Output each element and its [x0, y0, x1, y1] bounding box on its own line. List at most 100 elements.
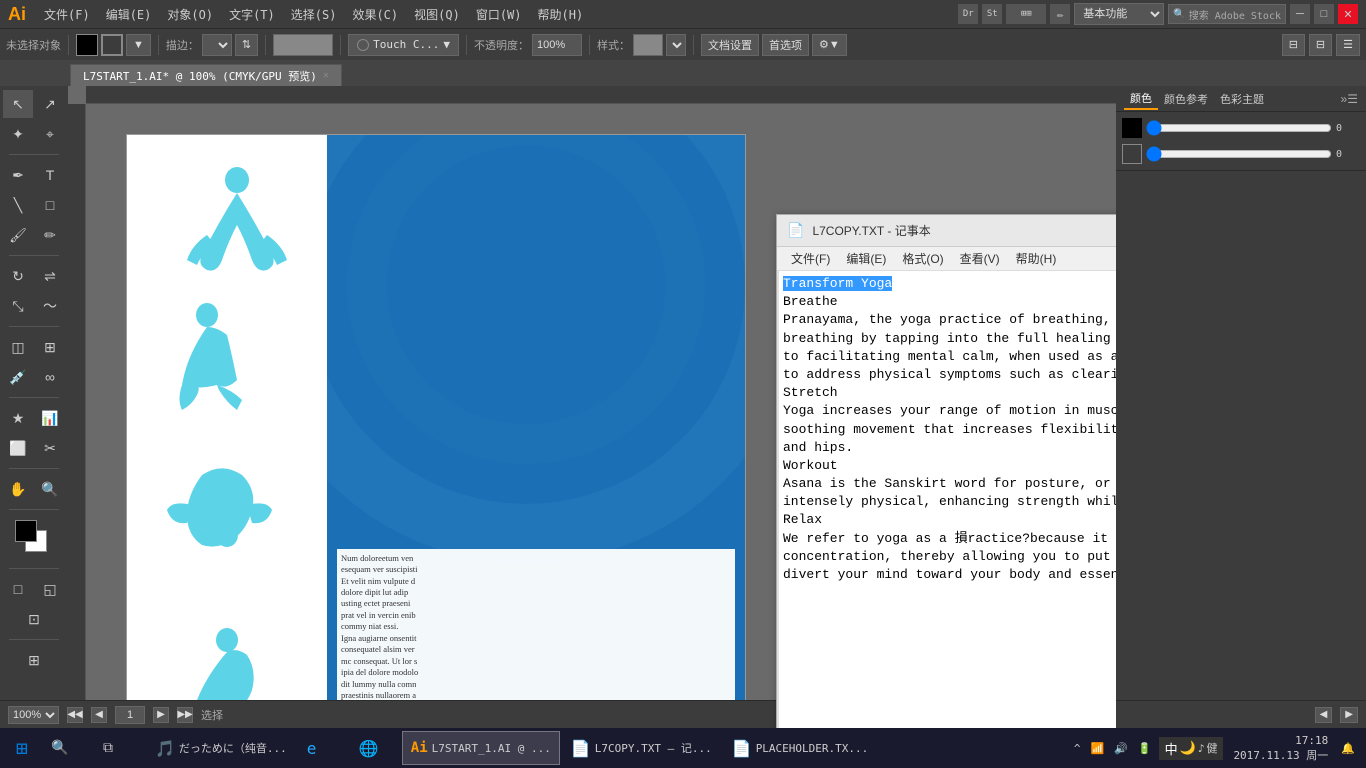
align-left-btn[interactable]: ⊟: [1282, 34, 1305, 56]
eyedropper-tool[interactable]: 💉: [3, 363, 33, 391]
notepad-menu-edit[interactable]: 编辑(E): [838, 248, 894, 269]
menu-file[interactable]: 文件(F): [36, 4, 98, 25]
canvas-content[interactable]: Num doloreetum ven esequam ver suscipist…: [86, 104, 1116, 740]
normal-mode[interactable]: □: [3, 575, 33, 603]
isolation-mode[interactable]: ⊡: [19, 605, 49, 633]
notepad-menu-help[interactable]: 帮助(H): [1008, 248, 1065, 269]
next-page-btn[interactable]: ▶▶: [177, 707, 193, 723]
doc-tab-active[interactable]: L7START_1.AI* @ 100% (CMYK/GPU 预览) ✕: [70, 64, 342, 86]
column-graph-tool[interactable]: 📊: [35, 404, 65, 432]
menu-edit[interactable]: 编辑(E): [98, 4, 160, 25]
artboard-prev-btn[interactable]: ◀: [1315, 707, 1333, 723]
color-swatch[interactable]: [273, 34, 333, 56]
artboard-tool[interactable]: ⬜: [3, 434, 33, 462]
artboard-next-btn[interactable]: ▶: [1340, 707, 1358, 723]
warp-tool[interactable]: 〜: [35, 292, 65, 320]
lasso-tool[interactable]: ⌖: [35, 120, 65, 148]
extension-btn2[interactable]: St: [982, 4, 1002, 24]
doc-tab-close[interactable]: ✕: [323, 70, 329, 81]
selection-tool[interactable]: ↖: [3, 90, 33, 118]
doc-settings-btn[interactable]: 文档设置: [701, 34, 759, 56]
pen-tool[interactable]: ✒: [3, 161, 33, 189]
gradient-tool[interactable]: ◫: [3, 333, 33, 361]
magic-wand-tool[interactable]: ✦: [3, 120, 33, 148]
screen-mode[interactable]: ⊞: [19, 646, 49, 674]
scale-tool[interactable]: ⤡: [3, 292, 33, 320]
symbol-tool[interactable]: ★: [3, 404, 33, 432]
zoom-select[interactable]: 100%: [8, 706, 59, 724]
tray-volume-icon[interactable]: 🔊: [1111, 740, 1131, 757]
blend-tool[interactable]: ∞: [35, 363, 65, 391]
panel-tab-color-ref[interactable]: 颜色参考: [1158, 89, 1214, 109]
start-button[interactable]: ⊞: [4, 730, 40, 766]
type-tool[interactable]: T: [35, 161, 65, 189]
slice-tool[interactable]: ✂: [35, 434, 65, 462]
search-bar[interactable]: 🔍 搜索 Adobe Stock: [1168, 4, 1286, 24]
notepad-text-area[interactable]: Transform Yoga Breathe Pranayama, the yo…: [777, 271, 1116, 733]
color-stroke-swatch[interactable]: [1122, 144, 1142, 164]
menu-window[interactable]: 窗口(W): [468, 4, 530, 25]
taskbar-item-notepad[interactable]: 📄 L7COPY.TXT – 记...: [562, 731, 721, 765]
taskbar-search[interactable]: 🔍: [42, 731, 92, 765]
pen-btn[interactable]: ✏: [1050, 4, 1070, 24]
pencil-tool[interactable]: ✏: [35, 221, 65, 249]
page-number-input[interactable]: [115, 706, 145, 724]
tray-network-icon[interactable]: 📶: [1088, 740, 1108, 757]
close-btn[interactable]: ✕: [1338, 4, 1358, 24]
panel-menu-btn[interactable]: ☰: [1347, 92, 1358, 106]
tray-battery-icon[interactable]: 🔋: [1135, 740, 1155, 757]
taskbar-item-browser2[interactable]: 🌐: [350, 731, 400, 765]
stroke-swap-btn[interactable]: ⇅: [235, 34, 258, 56]
touch-badge[interactable]: Touch C... ▼: [348, 34, 459, 56]
color-g-slider[interactable]: [1146, 149, 1332, 159]
grid-btn[interactable]: ⊞⊞: [1006, 4, 1046, 24]
extra-btn[interactable]: ⚙▼: [812, 34, 847, 56]
tray-up-arrow[interactable]: ^: [1071, 740, 1084, 757]
stroke-color-box[interactable]: [101, 34, 123, 56]
color-r-slider[interactable]: [1146, 123, 1332, 133]
prev-page-btn[interactable]: ◀◀: [67, 707, 83, 723]
align-right-btn[interactable]: ⊟: [1309, 34, 1332, 56]
taskbar-task-view[interactable]: ⧉: [94, 731, 144, 765]
style-dropdown[interactable]: ▼: [666, 34, 686, 56]
canvas-area[interactable]: Num doloreetum ven esequam ver suscipist…: [68, 86, 1116, 740]
taskbar-item-music[interactable]: 🎵 だっために（纯音...: [146, 731, 296, 765]
tray-notification-icon[interactable]: 🔔: [1338, 740, 1358, 757]
menu-object[interactable]: 对象(O): [159, 4, 221, 25]
rect-tool[interactable]: □: [35, 191, 65, 219]
direct-selection-tool[interactable]: ↗: [35, 90, 65, 118]
ime-chinese-label[interactable]: 中: [1165, 739, 1178, 758]
minimize-btn[interactable]: ─: [1290, 4, 1310, 24]
notepad-menu-view[interactable]: 查看(V): [952, 248, 1008, 269]
behind-mode[interactable]: ◱: [35, 575, 65, 603]
hand-tool[interactable]: ✋: [3, 475, 33, 503]
menu-text[interactable]: 文字(T): [221, 4, 283, 25]
stroke-arrow-btn[interactable]: ▼: [126, 34, 151, 56]
notepad-menu-format[interactable]: 格式(O): [894, 248, 951, 269]
fill-color-box[interactable]: [76, 34, 98, 56]
opacity-input[interactable]: [532, 34, 582, 56]
style-swatch[interactable]: [633, 34, 663, 56]
reflect-tool[interactable]: ⇌: [35, 262, 65, 290]
workspace-select[interactable]: 基本功能: [1074, 3, 1164, 25]
paintbrush-tool[interactable]: 🖌: [3, 221, 33, 249]
taskbar-item-placeholder[interactable]: 📄 PLACEHOLDER.TX...: [723, 731, 878, 765]
panel-tab-color-theme[interactable]: 色彩主题: [1214, 89, 1270, 109]
taskbar-item-ie[interactable]: e: [298, 731, 348, 765]
color-fill-swatch[interactable]: [1122, 118, 1142, 138]
panel-tab-color[interactable]: 颜色: [1124, 88, 1158, 110]
mesh-tool[interactable]: ⊞: [35, 333, 65, 361]
preferences-btn[interactable]: 首选项: [762, 34, 809, 56]
taskbar-item-ai[interactable]: Ai L7START_1.AI @ ...: [402, 731, 560, 765]
zoom-tool[interactable]: 🔍: [35, 475, 65, 503]
notepad-menu-file[interactable]: 文件(F): [783, 248, 838, 269]
extension-btn1[interactable]: Dr: [958, 4, 978, 24]
menu-select[interactable]: 选择(S): [283, 4, 345, 25]
menu-help[interactable]: 帮助(H): [530, 4, 592, 25]
stroke-width-select[interactable]: ─: [202, 34, 232, 56]
taskbar-clock[interactable]: 17:18 2017.11.13 周一: [1227, 733, 1334, 764]
step-prev-btn[interactable]: ◀: [91, 707, 107, 723]
line-tool[interactable]: ╲: [3, 191, 33, 219]
maximize-btn[interactable]: □: [1314, 4, 1334, 24]
step-next-btn[interactable]: ▶: [153, 707, 169, 723]
